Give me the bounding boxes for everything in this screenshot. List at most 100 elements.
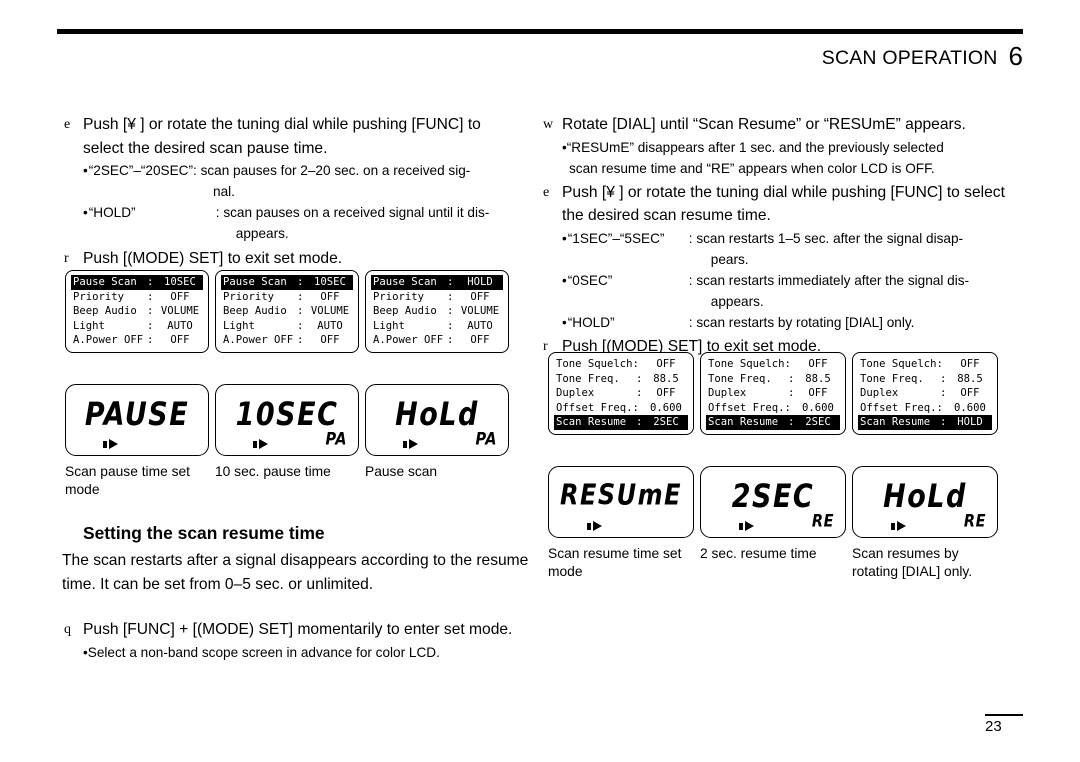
pause-menu-figure: Pause Scan : HOLD Priority : OFF Beep Au… xyxy=(365,270,509,353)
menu-row-value: OFF xyxy=(808,387,828,400)
menu-row-label: Pause Scan xyxy=(223,276,287,288)
menu-row-label: Tone Squelch: xyxy=(556,358,639,370)
menu-row[interactable]: Scan Resume : HOLD xyxy=(858,415,992,430)
menu-row-label: Scan Resume xyxy=(708,416,779,429)
menu-row[interactable]: Duplex : OFF xyxy=(858,386,992,401)
menu-lcd-resume-1[interactable]: Tone Squelch: OFF Tone Freq. : 88.5 Dupl… xyxy=(548,352,694,435)
menu-row-value: AUTO xyxy=(467,319,493,332)
step-marker: e xyxy=(64,117,71,132)
pause-segment-figure: PAUSE Scan pause time set mode xyxy=(65,384,209,498)
menu-row-value: OFF xyxy=(320,290,340,303)
menu-row-value: 0.600 xyxy=(802,401,834,414)
chapter-number: 6 xyxy=(1008,41,1023,71)
menu-row-label: Beep Audio xyxy=(73,305,137,318)
menu-row-value: OFF xyxy=(320,334,340,347)
bullet-desc: : scan pauses on a received signal until… xyxy=(215,205,490,220)
seg-lcd-resume-1[interactable]: RESUmE xyxy=(548,466,694,538)
menu-lcd-resume-3[interactable]: Tone Squelch: OFF Tone Freq. : 88.5 Dupl… xyxy=(852,352,998,435)
menu-row[interactable]: Light : AUTO xyxy=(371,319,503,334)
menu-row-colon: : xyxy=(447,276,454,288)
seg-main-text: 2SEC xyxy=(731,478,815,516)
menu-row[interactable]: Pause Scan : 10SEC xyxy=(221,275,353,290)
menu-row[interactable]: Priority : OFF xyxy=(371,290,503,305)
menu-row[interactable]: Beep Audio : VOLUME xyxy=(221,304,353,319)
seg-lcd-resume-3[interactable]: HoLd RE xyxy=(852,466,998,538)
bullet-cont: appears. xyxy=(710,293,764,309)
page-number-rule xyxy=(985,714,1023,716)
resume-segment-figure: 2SEC RE 2 sec. resume time xyxy=(700,466,846,580)
menu-row[interactable]: Offset Freq.: 0.600 xyxy=(858,401,992,416)
menu-row[interactable]: Duplex : OFF xyxy=(706,386,840,401)
menu-row-label: Pause Scan xyxy=(73,276,137,288)
menu-row-colon: : xyxy=(447,334,454,347)
menu-row-value: AUTO xyxy=(167,319,193,332)
menu-lcd-pause-1[interactable]: Pause Scan : 10SEC Priority : OFF Beep A… xyxy=(65,270,209,353)
resume-menu-figures: Tone Squelch: OFF Tone Freq. : 88.5 Dupl… xyxy=(548,352,998,435)
figure-caption: Scan pause time set mode xyxy=(65,464,191,497)
seg-lcd-resume-2[interactable]: 2SEC RE xyxy=(700,466,846,538)
menu-row[interactable]: Duplex : OFF xyxy=(554,386,688,401)
menu-lcd-pause-2[interactable]: Pause Scan : 10SEC Priority : OFF Beep A… xyxy=(215,270,359,353)
seg-suffix-text: RE xyxy=(811,512,834,531)
bullet-0sec: • “0SEC” : scan restarts immediately aft… xyxy=(562,270,1023,291)
bullet-resume-line2: scan resume time and “RE” appears when c… xyxy=(569,160,935,176)
menu-row[interactable]: Tone Squelch: OFF xyxy=(858,357,992,372)
bullet-hold: • “HOLD” : scan pauses on a received sig… xyxy=(83,202,524,223)
menu-row[interactable]: Pause Scan : HOLD xyxy=(371,275,503,290)
menu-row[interactable]: Pause Scan : 10SEC xyxy=(71,275,203,290)
seg-suffix-text: PA xyxy=(475,430,497,449)
menu-row[interactable]: Beep Audio : VOLUME xyxy=(371,304,503,319)
menu-row-value: 2SEC xyxy=(805,416,831,429)
menu-row[interactable]: Priority : OFF xyxy=(71,290,203,305)
resume-segment-figure: RESUmE Scan resume time set mode xyxy=(548,466,694,580)
menu-row-colon: : xyxy=(636,416,643,429)
menu-row-colon: : xyxy=(297,334,304,347)
menu-row-colon: : xyxy=(297,305,304,318)
menu-row[interactable]: Light : AUTO xyxy=(71,319,203,334)
menu-row[interactable]: Priority : OFF xyxy=(221,290,353,305)
bullet-1sec-5sec: • “1SEC”–“5SEC” : scan restarts 1–5 sec.… xyxy=(562,228,1023,249)
seg-main-text: HoLd xyxy=(883,478,967,516)
scan-arrow-icon xyxy=(403,439,418,449)
menu-row[interactable]: Tone Squelch: OFF xyxy=(554,357,688,372)
menu-row[interactable]: A.Power OFF : OFF xyxy=(71,333,203,348)
seg-lcd-pause-3[interactable]: HoLd PA xyxy=(365,384,509,456)
menu-row-label: Tone Freq. xyxy=(708,372,772,385)
menu-row[interactable]: Offset Freq.: 0.600 xyxy=(706,401,840,416)
menu-row-colon: : xyxy=(940,416,947,429)
menu-row-value: 88.5 xyxy=(653,372,679,385)
figure-caption: Pause scan xyxy=(365,464,438,479)
menu-row-value: OFF xyxy=(170,334,190,347)
menu-lcd-pause-3[interactable]: Pause Scan : HOLD Priority : OFF Beep Au… xyxy=(365,270,509,353)
menu-row-value: 0.600 xyxy=(650,401,682,414)
bullet-0sec-cont: • appears. xyxy=(562,291,1023,312)
menu-row-label: A.Power OFF xyxy=(73,334,144,347)
seg-lcd-pause-1[interactable]: PAUSE xyxy=(65,384,209,456)
menu-row[interactable]: A.Power OFF : OFF xyxy=(371,333,503,348)
menu-row-colon: : xyxy=(147,334,154,347)
menu-row[interactable]: Light : AUTO xyxy=(221,319,353,334)
menu-row-value: VOLUME xyxy=(460,305,500,318)
menu-lcd-resume-2[interactable]: Tone Squelch: OFF Tone Freq. : 88.5 Dupl… xyxy=(700,352,846,435)
right-column: w Rotate [DIAL] until “Scan Resume” or “… xyxy=(541,113,1023,358)
menu-row[interactable]: Tone Freq. : 88.5 xyxy=(554,372,688,387)
resume-segment-figure: HoLd RE Scan resumes by rotating [DIAL] … xyxy=(852,466,998,580)
menu-row[interactable]: A.Power OFF : OFF xyxy=(221,333,353,348)
step-text: Push [¥ ] or rotate the tuning dial whil… xyxy=(83,116,481,157)
menu-row[interactable]: Scan Resume : 2SEC xyxy=(706,415,840,430)
menu-row-value: OFF xyxy=(470,290,490,303)
menu-row-colon: : xyxy=(147,305,154,318)
menu-row[interactable]: Tone Squelch: OFF xyxy=(706,357,840,372)
menu-row[interactable]: Tone Freq. : 88.5 xyxy=(858,372,992,387)
menu-row[interactable]: Beep Audio : VOLUME xyxy=(71,304,203,319)
menu-row-value: OFF xyxy=(808,358,828,370)
menu-row-label: Duplex xyxy=(708,387,747,400)
menu-row[interactable]: Tone Freq. : 88.5 xyxy=(706,372,840,387)
menu-row[interactable]: Offset Freq.: 0.600 xyxy=(554,401,688,416)
menu-row-label: Scan Resume xyxy=(860,416,931,429)
menu-row-colon: : xyxy=(940,387,947,400)
seg-lcd-pause-2[interactable]: 10SEC PA xyxy=(215,384,359,456)
step-marker: q xyxy=(64,622,71,637)
menu-row[interactable]: Scan Resume : 2SEC xyxy=(554,415,688,430)
header-rule xyxy=(57,29,1023,34)
